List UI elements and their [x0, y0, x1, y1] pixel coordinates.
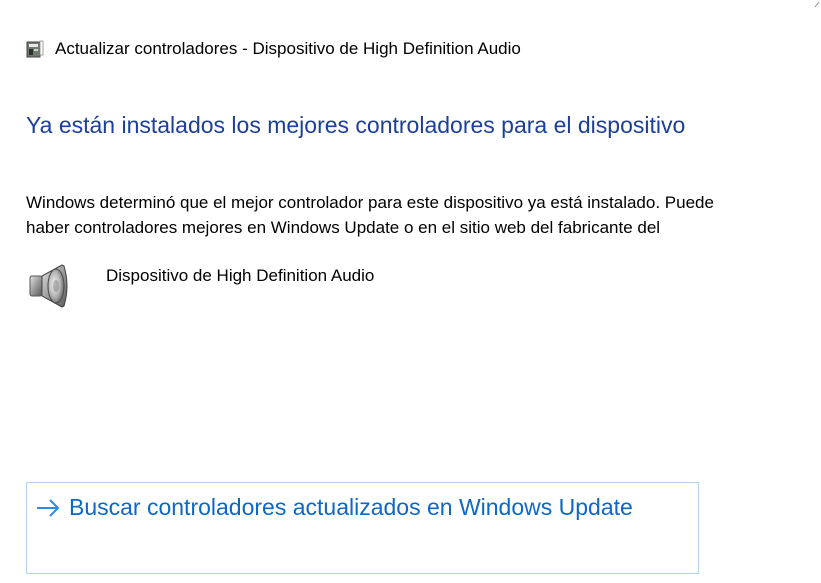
dialog-window: Actualizar controladores - Dispositivo d… — [0, 0, 821, 583]
title-bar: Actualizar controladores - Dispositivo d… — [26, 38, 521, 60]
description-line-2: haber controladores mejores en Windows U… — [26, 218, 661, 237]
search-windows-update-link[interactable]: Buscar controladores actualizados en Win… — [35, 494, 633, 521]
description-text: Windows determinó que el mejor controlad… — [26, 190, 786, 240]
device-row: Dispositivo de High Definition Audio — [26, 260, 374, 312]
page-heading: Ya están instalados los mejores controla… — [26, 112, 686, 138]
corner-mark-icon — [814, 1, 820, 8]
search-windows-update-button[interactable]: Buscar controladores actualizados en Win… — [26, 482, 699, 574]
speaker-icon — [29, 264, 68, 308]
device-name: Dispositivo de High Definition Audio — [106, 266, 375, 285]
arrow-right-icon — [37, 498, 60, 517]
window-title: Actualizar controladores - Dispositivo d… — [55, 39, 521, 58]
description-line-1: Windows determinó que el mejor controlad… — [26, 193, 714, 212]
search-windows-update-label: Buscar controladores actualizados en Win… — [69, 494, 633, 520]
device-manager-icon — [26, 40, 44, 58]
